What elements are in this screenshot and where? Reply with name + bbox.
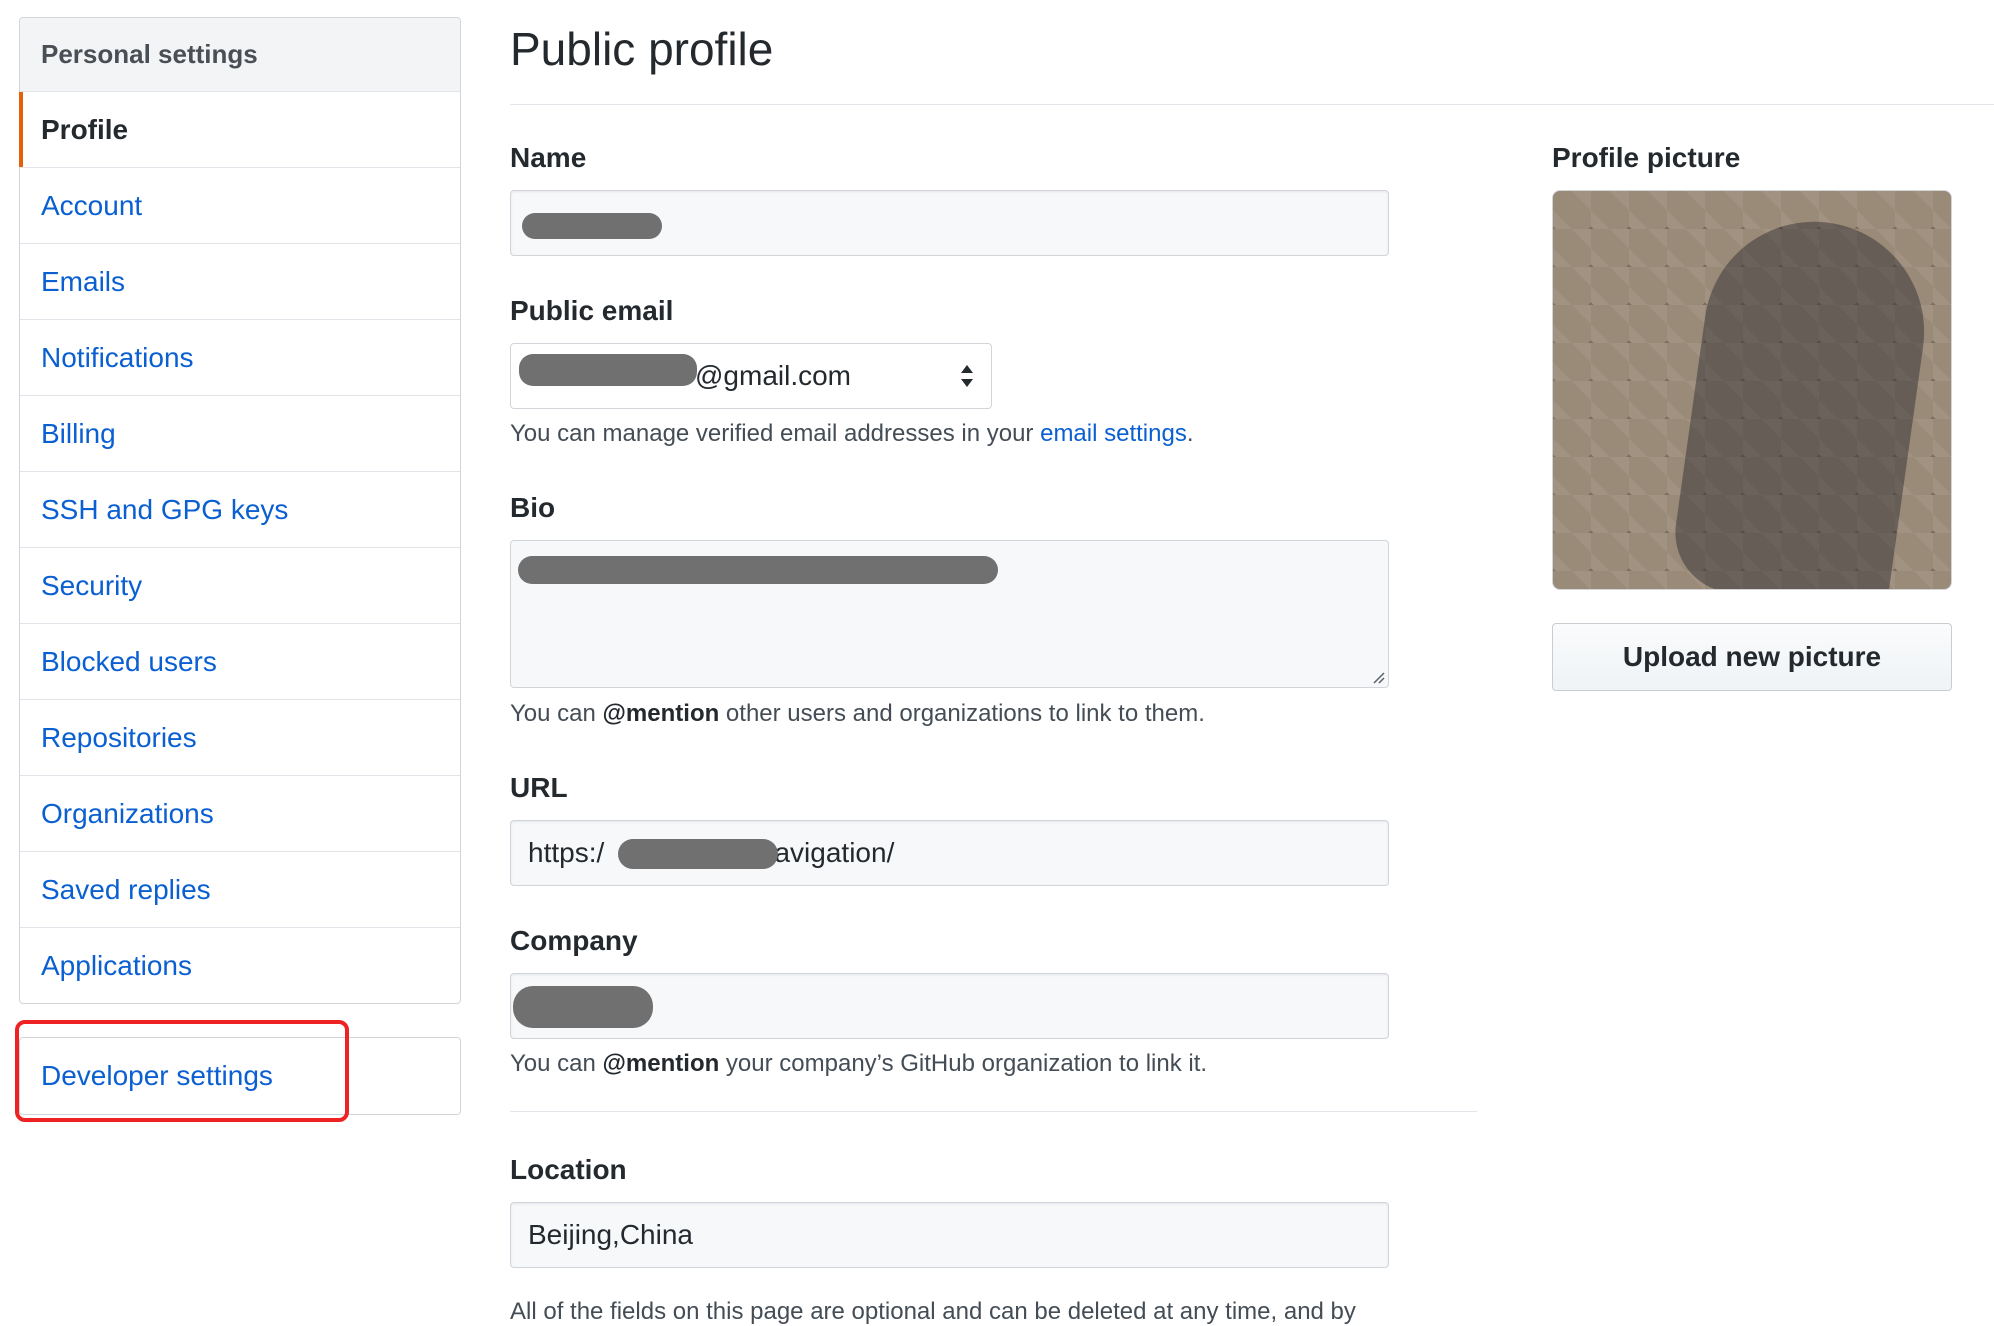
resize-grip-icon[interactable] [1371, 670, 1385, 684]
sidebar-item-applications[interactable]: Applications [20, 928, 460, 1003]
redaction-mark [519, 354, 697, 386]
bio-note-mention: @mention [602, 700, 720, 727]
redaction-mark [618, 839, 778, 869]
select-arrows-icon [961, 365, 973, 387]
company-note-suffix: your company’s GitHub organization to li… [719, 1050, 1208, 1077]
url-label: URL [510, 772, 568, 803]
sidebar-item-organizations[interactable]: Organizations [20, 776, 460, 852]
page-title: Public profile [510, 23, 774, 75]
bio-note: You can @mention other users and organiz… [510, 700, 1205, 728]
redaction-mark [513, 986, 653, 1028]
url-value-prefix: https:/ [528, 837, 605, 868]
location-field[interactable]: Beijing,China [510, 1202, 1389, 1268]
sidebar-item-saved-replies[interactable]: Saved replies [20, 852, 460, 928]
name-field[interactable] [510, 190, 1389, 256]
email-note-suffix: . [1186, 420, 1194, 447]
bio-label: Bio [510, 492, 556, 523]
company-note-prefix: You can [510, 1050, 603, 1077]
upload-new-picture-button[interactable]: Upload new picture [1552, 623, 1952, 691]
email-settings-link[interactable]: email settings [1040, 420, 1187, 447]
company-label: Company [510, 925, 638, 956]
public-email-label: Public email [510, 295, 674, 326]
sidebar-item-ssh-gpg-keys[interactable]: SSH and GPG keys [20, 472, 460, 548]
highlight-annotation [15, 1020, 349, 1122]
company-field[interactable] [510, 973, 1389, 1039]
title-divider [510, 104, 1994, 105]
public-email-select[interactable]: @gmail.com [510, 343, 992, 409]
sidebar-item-profile[interactable]: Profile [19, 92, 460, 168]
location-label: Location [510, 1154, 627, 1185]
bio-note-suffix: other users and organizations to link to… [719, 700, 1205, 727]
section-divider [510, 1111, 1477, 1112]
name-label: Name [510, 142, 587, 173]
bio-note-prefix: You can [510, 700, 603, 727]
email-note: You can manage verified email addresses … [510, 420, 1194, 448]
bio-textarea[interactable] [510, 540, 1389, 688]
avatar-shadow-shape [1667, 207, 1939, 589]
sidebar-item-security[interactable]: Security [20, 548, 460, 624]
redaction-mark [518, 556, 998, 584]
company-note-mention: @mention [602, 1050, 720, 1077]
sidebar-item-repositories[interactable]: Repositories [20, 700, 460, 776]
redaction-mark [522, 213, 662, 239]
company-note: You can @mention your company’s GitHub o… [510, 1050, 1207, 1078]
sidebar-item-blocked-users[interactable]: Blocked users [20, 624, 460, 700]
sidebar-item-notifications[interactable]: Notifications [20, 320, 460, 396]
sidebar-item-emails[interactable]: Emails [20, 244, 460, 320]
sidebar-header: Personal settings [20, 18, 460, 92]
profile-picture-label: Profile picture [1552, 142, 1741, 173]
public-email-value: @gmail.com [695, 360, 852, 391]
sidebar-item-account[interactable]: Account [20, 168, 460, 244]
sidebar-item-billing[interactable]: Billing [20, 396, 460, 472]
profile-picture [1552, 190, 1952, 590]
url-field[interactable]: https:/Navigation/ [510, 820, 1389, 886]
optional-fields-note: All of the fields on this page are optio… [510, 1298, 1356, 1325]
email-note-text: You can manage verified email addresses … [510, 420, 1041, 447]
settings-sidebar: Personal settings Profile Account Emails… [19, 17, 461, 1004]
